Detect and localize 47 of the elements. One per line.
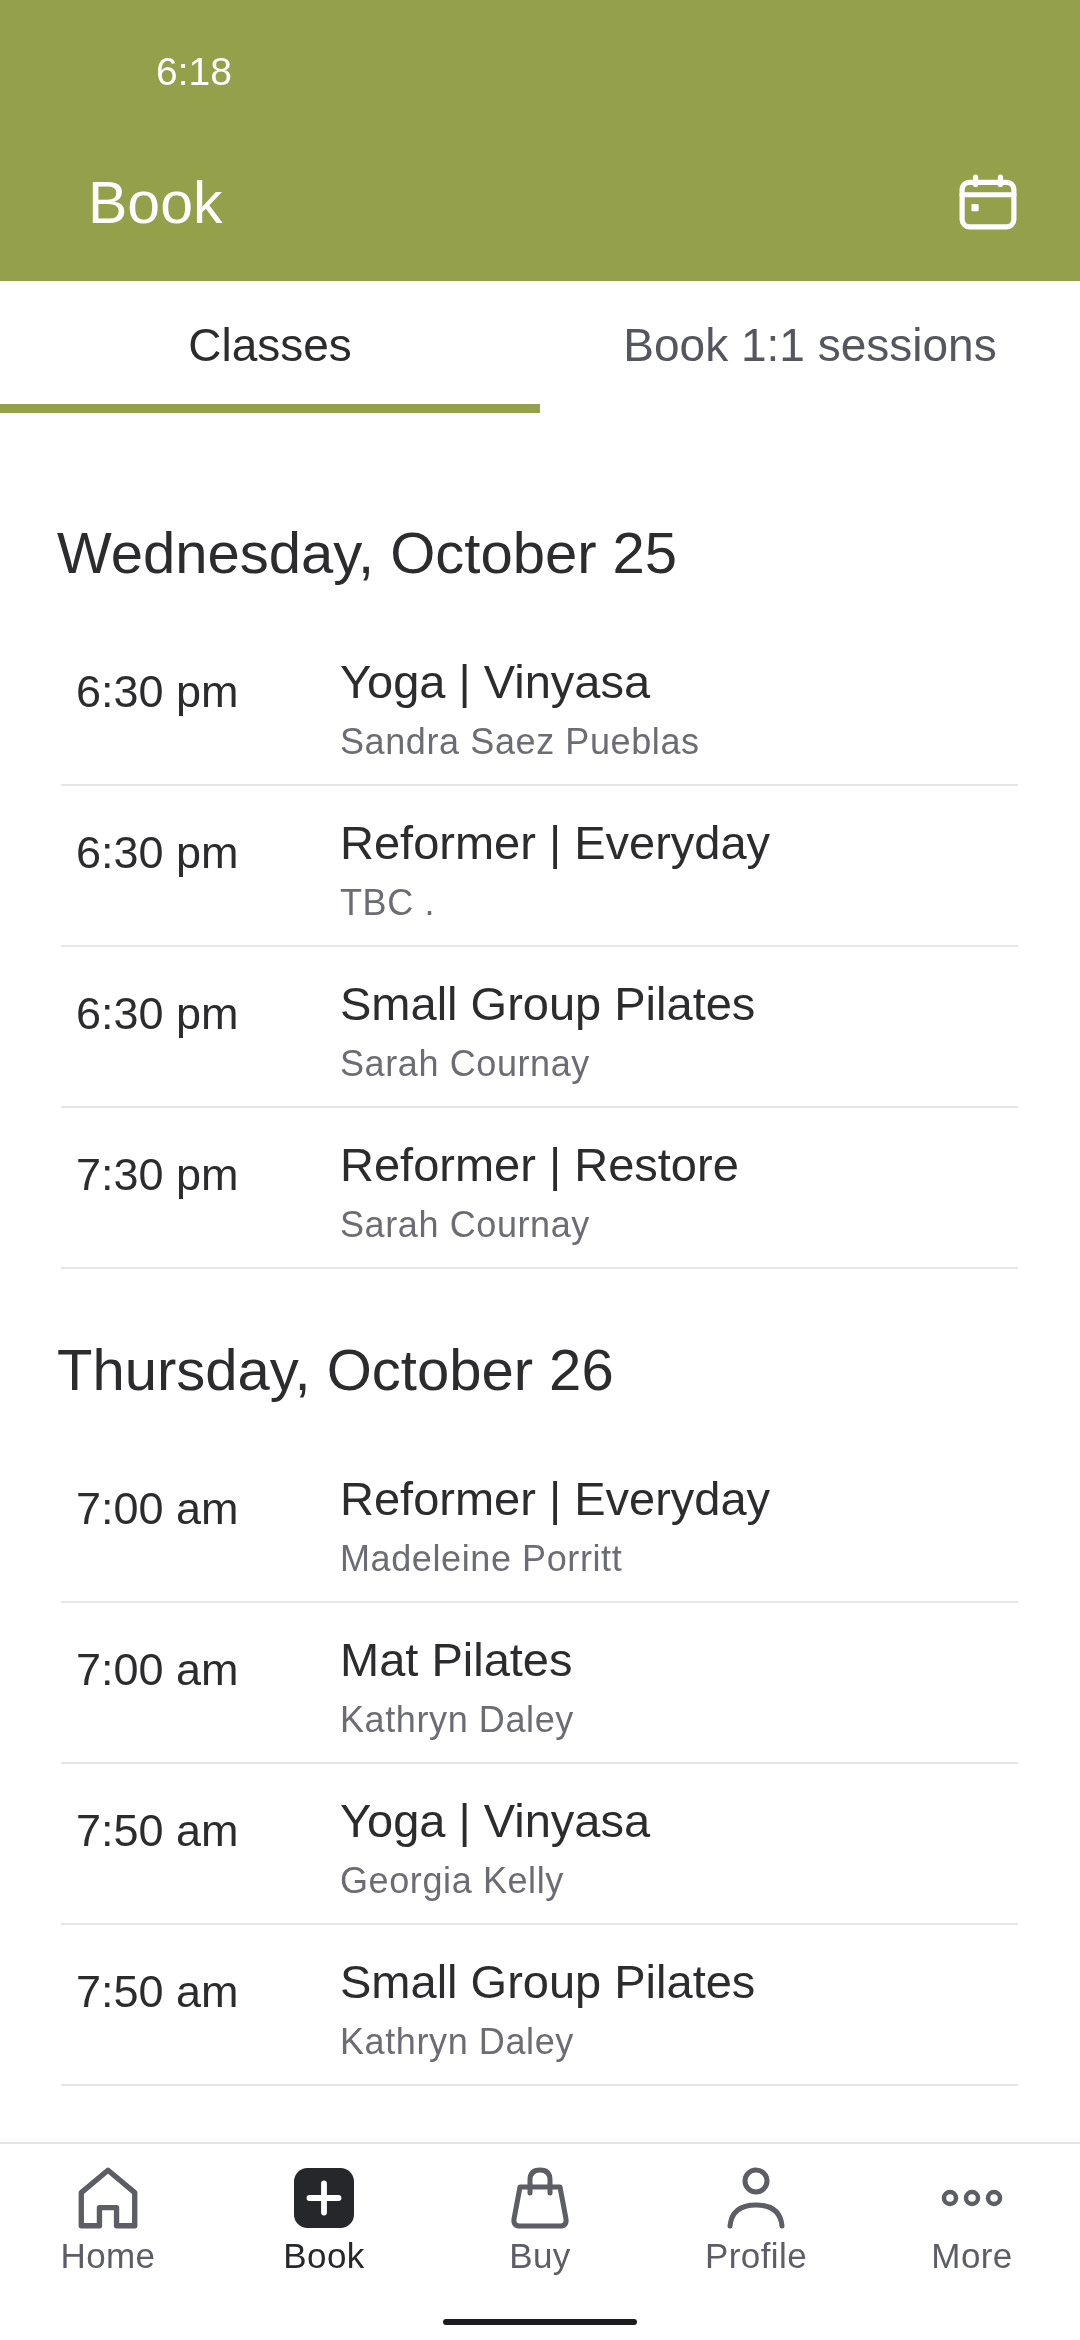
class-row[interactable]: 7:50 am Small Group Pilates Kathryn Daley <box>61 1925 1018 2086</box>
date-heading: Wednesday, October 25 <box>57 519 679 587</box>
class-title: Mat Pilates <box>340 1632 573 1688</box>
instructor-name: Sarah Cournay <box>340 1042 590 1086</box>
class-time: 6:30 pm <box>76 987 240 1041</box>
status-time: 6:18 <box>156 50 232 94</box>
nav-item[interactable]: Book <box>216 2167 432 2277</box>
class-time: 7:50 am <box>76 1804 240 1858</box>
class-row[interactable]: 6:30 pm Reformer | Everyday TBC . <box>61 786 1018 947</box>
instructor-name: Georgia Kelly <box>340 1859 564 1903</box>
plus-icon <box>294 2167 354 2229</box>
class-title: Small Group Pilates <box>340 976 756 1032</box>
nav-item[interactable]: Buy <box>432 2167 648 2277</box>
class-time: 6:30 pm <box>76 665 240 719</box>
person-icon <box>726 2167 786 2229</box>
date-heading: Thursday, October 26 <box>57 1336 615 1404</box>
nav-item[interactable]: Profile <box>648 2167 864 2277</box>
more-icon <box>941 2189 1003 2207</box>
class-row[interactable]: 7:30 pm Reformer | Restore Sarah Cournay <box>61 1108 1018 1269</box>
nav-item[interactable]: More <box>864 2167 1080 2277</box>
class-time: 7:00 am <box>76 1643 240 1697</box>
nav-item[interactable]: Home <box>0 2167 216 2277</box>
class-title: Yoga | Vinyasa <box>340 654 651 710</box>
instructor-name: TBC . <box>340 881 435 925</box>
instructor-name: Kathryn Daley <box>340 1698 574 1742</box>
class-time: 7:30 pm <box>76 1148 240 1202</box>
instructor-name: Sandra Saez Pueblas <box>340 720 700 764</box>
page-title: Book <box>88 168 223 238</box>
class-time: 7:50 am <box>76 1965 240 2019</box>
class-title: Reformer | Everyday <box>340 1471 771 1527</box>
class-row[interactable]: 7:50 am Yoga | Vinyasa Georgia Kelly <box>61 1764 1018 1925</box>
class-row[interactable]: 6:30 pm Small Group Pilates Sarah Cournay <box>61 947 1018 1108</box>
class-title: Yoga | Vinyasa <box>340 1793 651 1849</box>
class-title: Reformer | Everyday <box>340 815 771 871</box>
class-row[interactable]: 7:00 am Mat Pilates Kathryn Daley <box>61 1603 1018 1764</box>
class-time: 7:00 am <box>76 1482 240 1536</box>
home-icon <box>78 2167 138 2229</box>
class-row[interactable]: 7:00 am Reformer | Everyday Madeleine Porritt <box>61 1442 1018 1603</box>
instructor-name: Kathryn Daley <box>340 2020 574 2064</box>
instructor-name: Madeleine Porritt <box>340 1537 623 1581</box>
class-time: 6:30 pm <box>76 826 240 880</box>
class-title: Small Group Pilates <box>340 1954 756 2010</box>
instructor-name: Sarah Cournay <box>340 1203 590 1247</box>
calendar-icon[interactable] <box>959 173 1017 230</box>
class-title: Reformer | Restore <box>340 1137 739 1193</box>
shopping-bag-icon <box>510 2167 570 2229</box>
class-row[interactable]: 6:30 pm Yoga | Vinyasa Sandra Saez Pueblas <box>61 625 1018 786</box>
